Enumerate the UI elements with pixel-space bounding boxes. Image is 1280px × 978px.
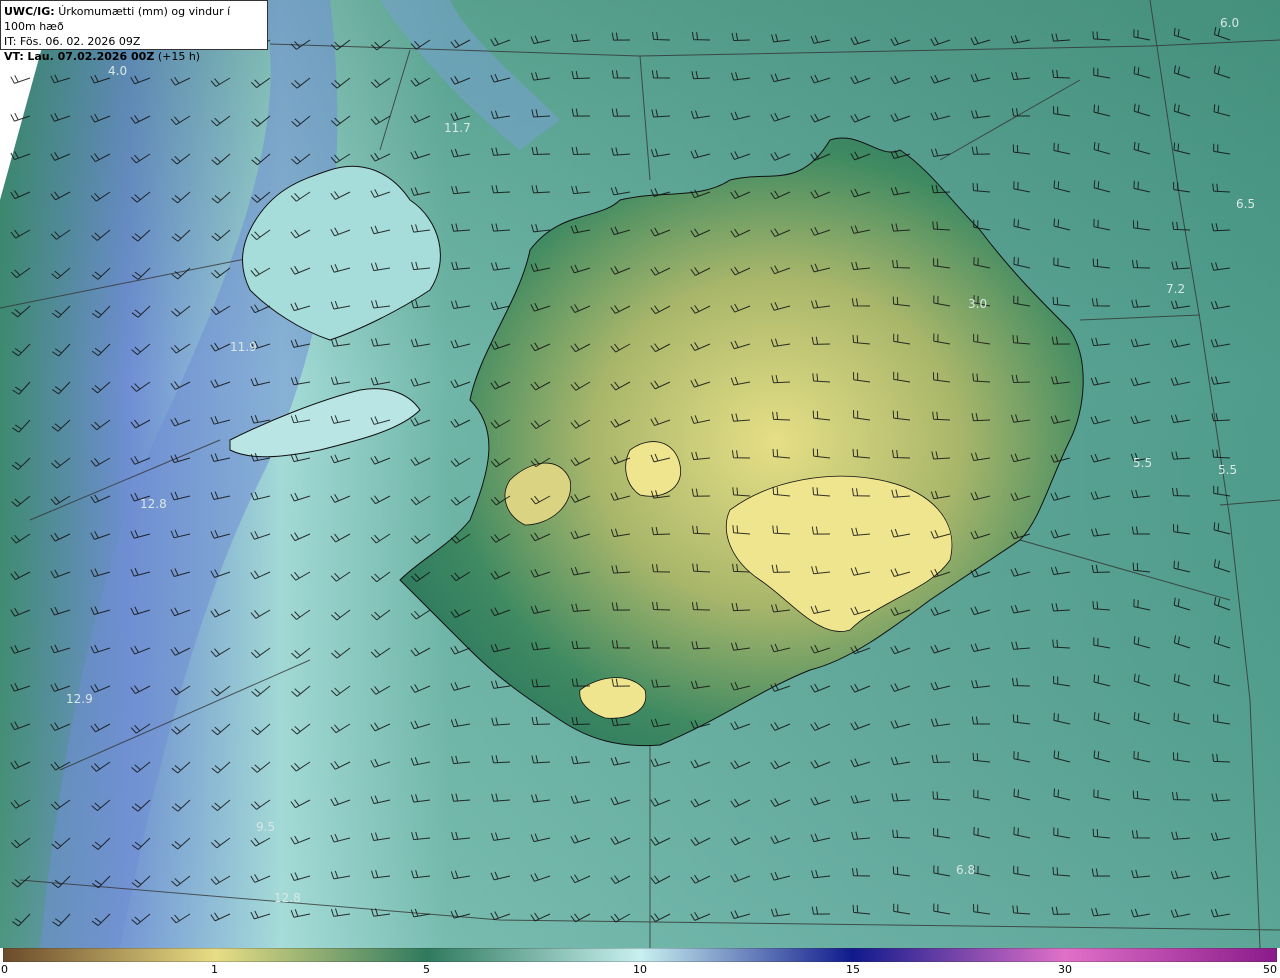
legend-tick: 5 [423, 963, 430, 976]
map-title-box: UWC/IG: Úrkomumætti (mm) og vindur í 100… [0, 0, 268, 63]
valid-time: Lau. 07.02.2026 00Z [27, 50, 155, 63]
valid-prefix: VT: [4, 50, 24, 63]
lead-time: (+15 h) [157, 50, 201, 63]
value-label: 12.8 [274, 891, 301, 905]
value-label: 6.0 [1220, 16, 1239, 30]
legend-tick: 1 [211, 963, 218, 976]
value-label: 11.7 [444, 121, 471, 135]
value-label: 12.8 [140, 497, 167, 511]
langjokull [625, 441, 682, 497]
value-label: 5.5 [1218, 463, 1237, 477]
legend-tick: 10 [633, 963, 647, 976]
value-label: 6.8 [956, 863, 975, 877]
legend-tick: 15 [846, 963, 860, 976]
product-name: UWC/IG: [4, 5, 55, 18]
value-label: 11.9 [230, 340, 257, 354]
value-label: 3.0 [968, 297, 987, 311]
value-label: 6.5 [1236, 197, 1255, 211]
legend-tick: 50 [1263, 963, 1277, 976]
precipitation-wind-map: 4.0 11.7 6.0 6.5 7.2 3.0 11.9 12.8 5.5 5… [0, 0, 1280, 948]
issue-time: IT: Fös. 06. 02. 2026 09Z [4, 35, 141, 48]
color-legend: 0 1 5 10 15 30 50 [0, 948, 1280, 978]
value-label: 9.5 [256, 820, 275, 834]
value-label: 4.0 [108, 64, 127, 78]
value-label: 12.9 [66, 692, 93, 706]
value-label: 7.2 [1166, 282, 1185, 296]
legend-tick: 0 [1, 963, 8, 976]
legend-tick: 30 [1058, 963, 1072, 976]
color-legend-strip [3, 948, 1277, 962]
value-label: 5.5 [1133, 456, 1152, 470]
